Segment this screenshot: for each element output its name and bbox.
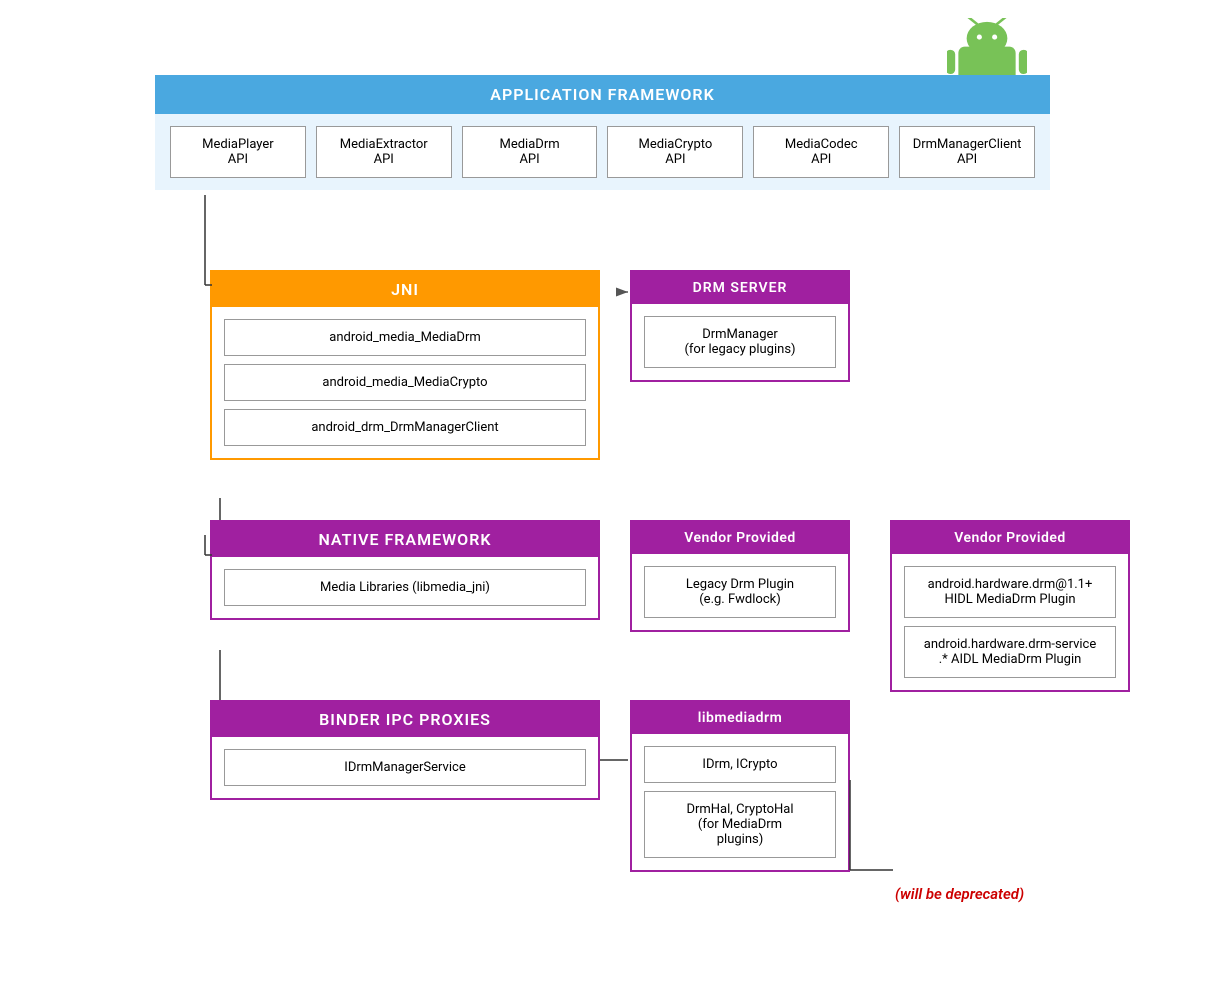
- jni-item-0: android_media_MediaDrm: [224, 319, 586, 356]
- native-framework-section: NATIVE FRAMEWORK Media Libraries (libmed…: [210, 520, 600, 620]
- libmediadrm-item-1: DrmHal, CryptoHal(for MediaDrmplugins): [644, 791, 836, 858]
- jni-item-1: android_media_MediaCrypto: [224, 364, 586, 401]
- native-fw-body: Media Libraries (libmedia_jni): [212, 557, 598, 618]
- vendor-left-body: Legacy Drm Plugin(e.g. Fwdlock): [632, 554, 848, 630]
- vendor-right-item-1: android.hardware.drm-service.* AIDL Medi…: [904, 626, 1116, 678]
- vendor-right-body: android.hardware.drm@1.1+HIDL MediaDrm P…: [892, 554, 1128, 690]
- drm-server-section: DRM SERVER DrmManager(for legacy plugins…: [630, 270, 850, 382]
- libmediadrm-section: libmediadrm IDrm, ICrypto DrmHal, Crypto…: [630, 700, 850, 872]
- api-box-mediacrypto: MediaCryptoAPI: [607, 126, 743, 178]
- binder-item-0: IDrmManagerService: [224, 749, 586, 786]
- libmediadrm-item-0: IDrm, ICrypto: [644, 746, 836, 783]
- drm-server-header: DRM SERVER: [632, 272, 848, 304]
- app-framework-section: APPLICATION FRAMEWORK MediaPlayerAPI Med…: [155, 75, 1050, 190]
- binder-ipc-section: BINDER IPC PROXIES IDrmManagerService: [210, 700, 600, 800]
- vendor-left-item-0: Legacy Drm Plugin(e.g. Fwdlock): [644, 566, 836, 618]
- api-box-drmmanagerclient: DrmManagerClientAPI: [899, 126, 1035, 178]
- native-fw-item-0: Media Libraries (libmedia_jni): [224, 569, 586, 606]
- vendor-left-header: Vendor Provided: [632, 522, 848, 554]
- libmediadrm-header: libmediadrm: [632, 702, 848, 734]
- deprecated-text: (will be deprecated): [895, 885, 1024, 903]
- jni-section: JNI android_media_MediaDrm android_media…: [210, 270, 600, 460]
- drm-server-item-0: DrmManager(for legacy plugins): [644, 316, 836, 368]
- api-box-mediacodec: MediaCodecAPI: [753, 126, 889, 178]
- vendor-left-section: Vendor Provided Legacy Drm Plugin(e.g. F…: [630, 520, 850, 632]
- diagram-container: APPLICATION FRAMEWORK MediaPlayerAPI Med…: [0, 0, 1212, 1007]
- binder-body: IDrmManagerService: [212, 737, 598, 798]
- native-fw-header: NATIVE FRAMEWORK: [212, 522, 598, 557]
- drm-server-body: DrmManager(for legacy plugins): [632, 304, 848, 380]
- api-box-mediaextractor: MediaExtractorAPI: [316, 126, 452, 178]
- app-framework-body: MediaPlayerAPI MediaExtractorAPI MediaDr…: [155, 114, 1050, 190]
- jni-header: JNI: [212, 272, 598, 307]
- libmediadrm-body: IDrm, ICrypto DrmHal, CryptoHal(for Medi…: [632, 734, 848, 870]
- jni-item-2: android_drm_DrmManagerClient: [224, 409, 586, 446]
- api-box-mediadrm: MediaDrmAPI: [462, 126, 598, 178]
- api-box-mediaplayer: MediaPlayerAPI: [170, 126, 306, 178]
- vendor-right-header: Vendor Provided: [892, 522, 1128, 554]
- jni-body: android_media_MediaDrm android_media_Med…: [212, 307, 598, 458]
- vendor-right-item-0: android.hardware.drm@1.1+HIDL MediaDrm P…: [904, 566, 1116, 618]
- binder-header: BINDER IPC PROXIES: [212, 702, 598, 737]
- app-framework-header: APPLICATION FRAMEWORK: [155, 75, 1050, 114]
- vendor-right-section: Vendor Provided android.hardware.drm@1.1…: [890, 520, 1130, 692]
